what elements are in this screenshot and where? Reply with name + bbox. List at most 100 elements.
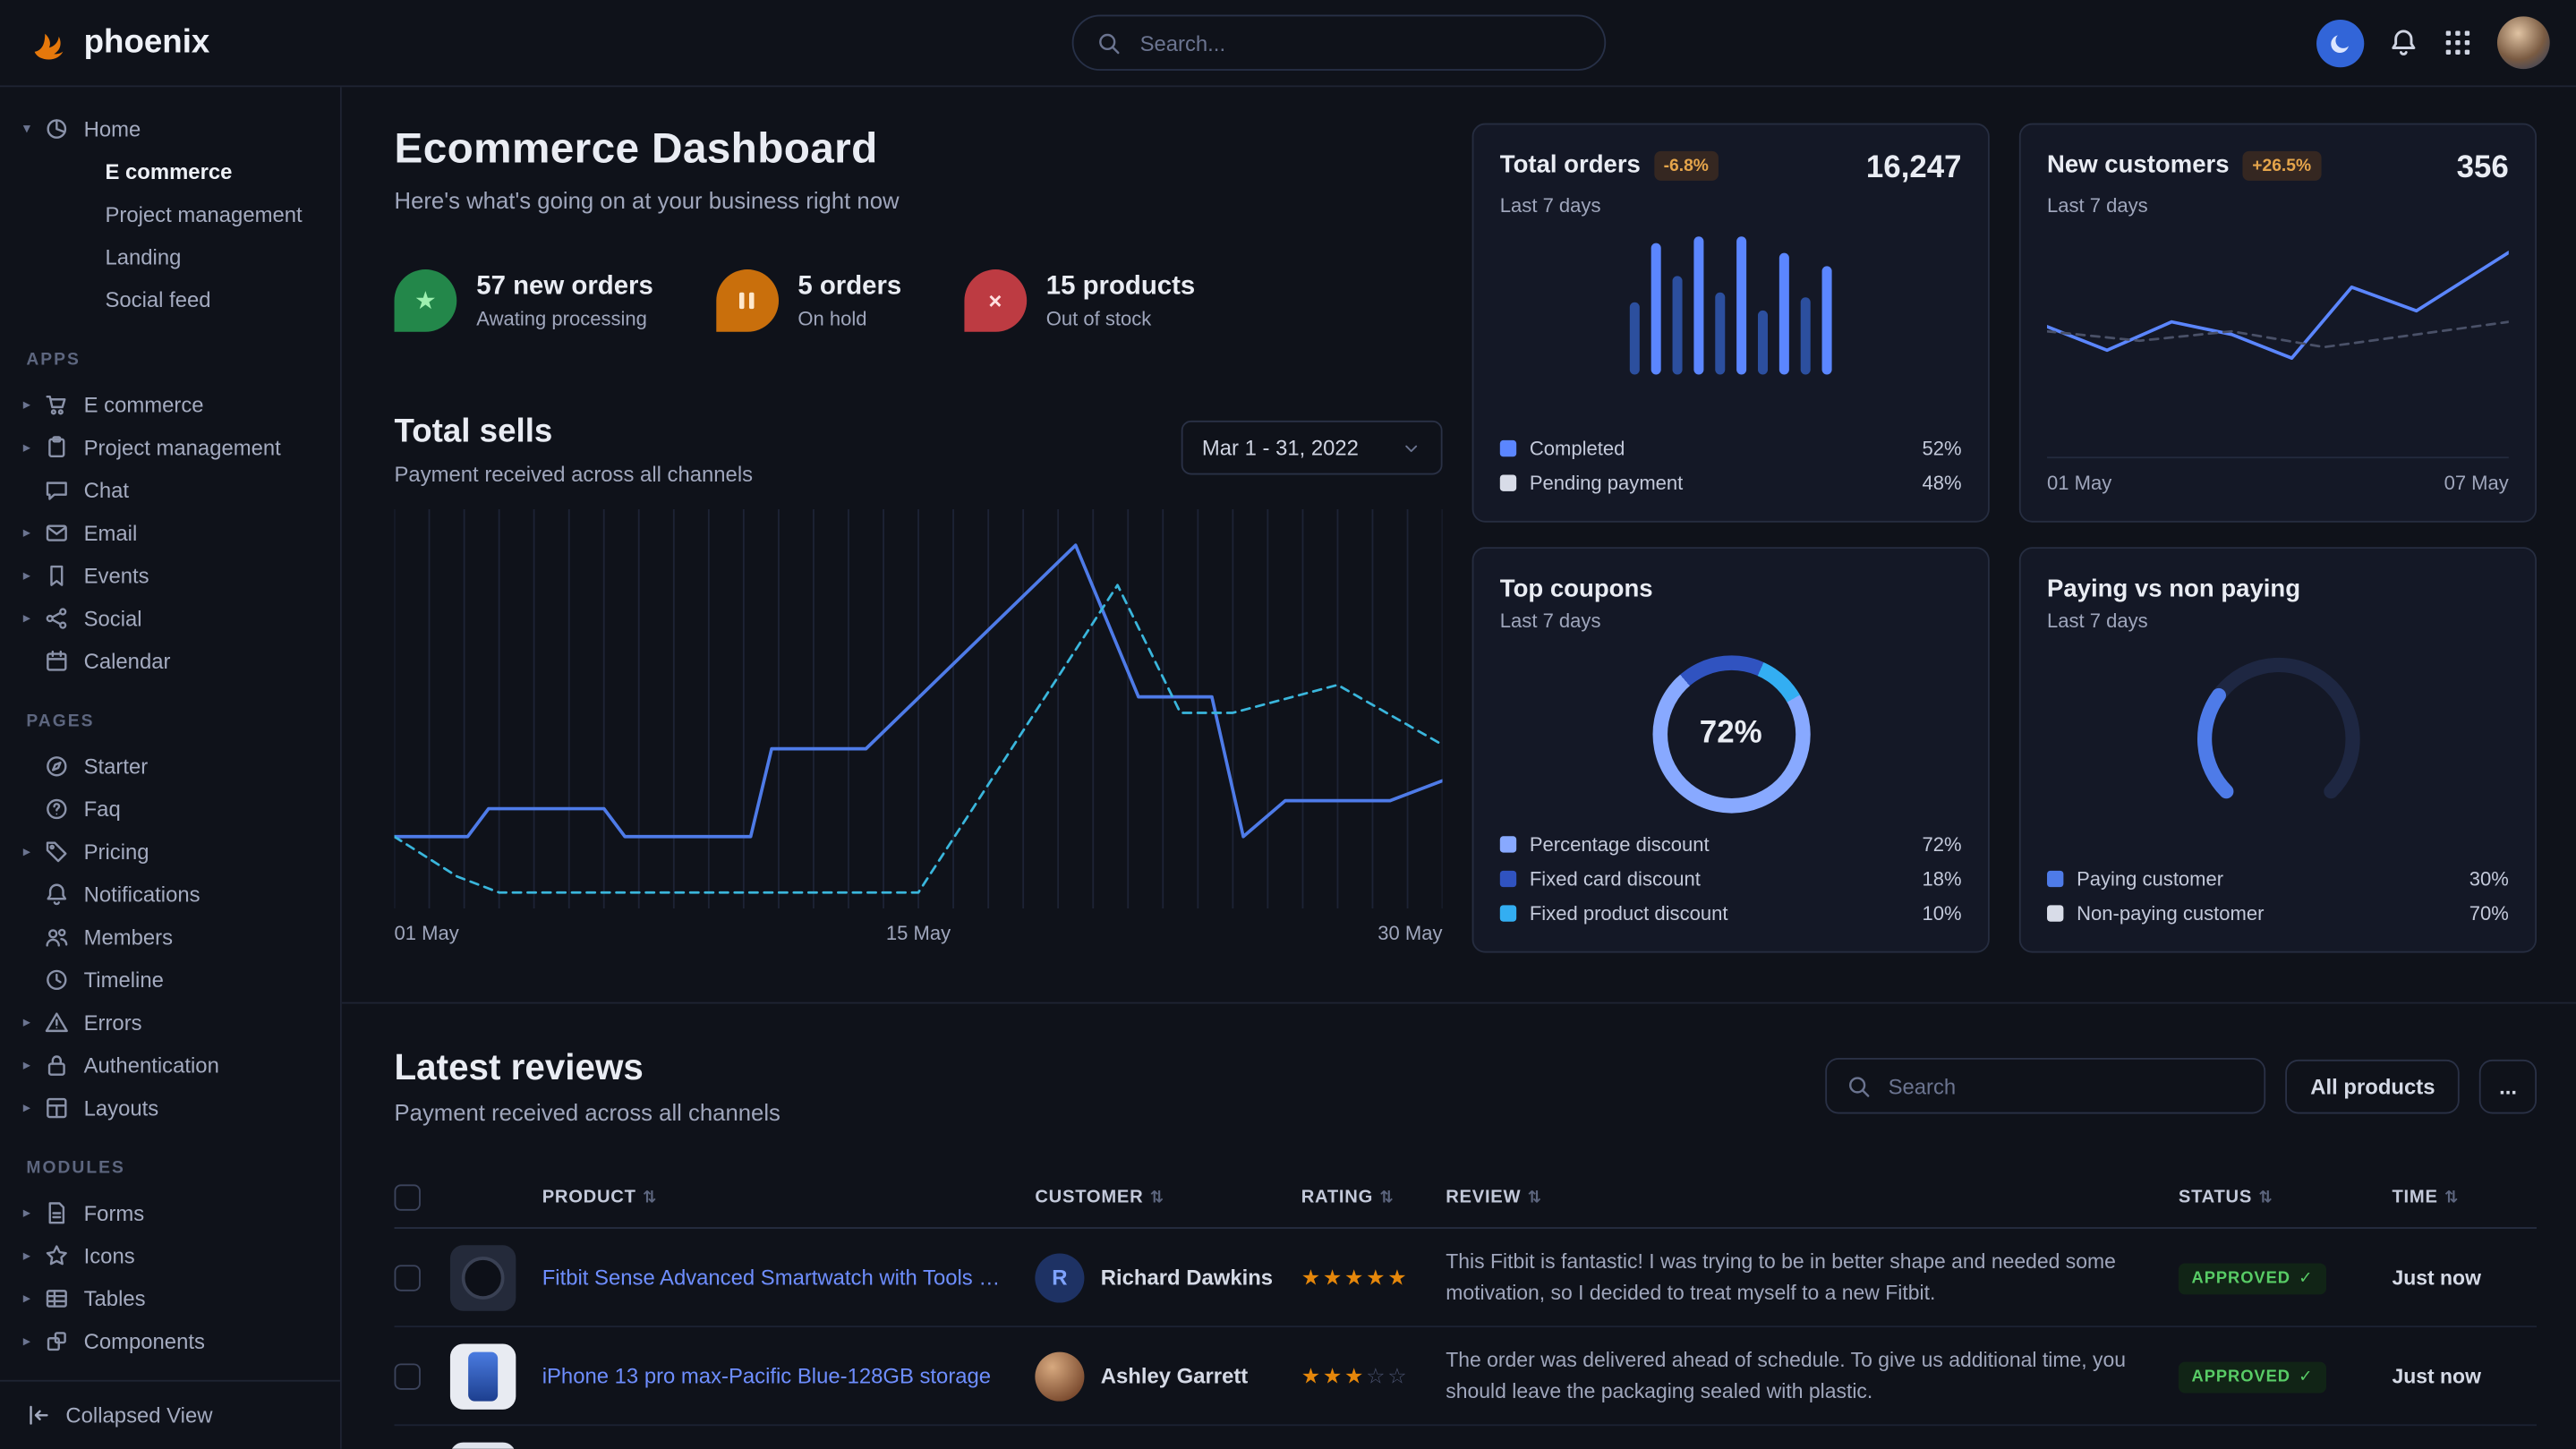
product-thumbnail[interactable] xyxy=(450,1244,516,1309)
row-checkbox[interactable] xyxy=(395,1264,421,1290)
legend-swatch xyxy=(1500,474,1516,490)
puzzle-icon xyxy=(45,1328,70,1353)
stat-out-of-stock: × 15 productsOut of stock xyxy=(964,269,1195,332)
sidebar-item-home[interactable]: ▾Home xyxy=(0,107,340,149)
product-thumbnail[interactable] xyxy=(450,1343,516,1409)
sidebar-item-email[interactable]: ▸Email xyxy=(0,511,340,554)
sidebar-item-notifications[interactable]: Notifications xyxy=(0,873,340,916)
nav-group-label-apps: APPS xyxy=(0,320,340,383)
user-avatar[interactable] xyxy=(2497,16,2550,69)
column-header-time[interactable]: TIME⇅ xyxy=(2392,1188,2537,1207)
paying-legend: Paying customer 30% Non-paying customer … xyxy=(2047,867,2509,925)
sidebar-item-errors[interactable]: ▸Errors xyxy=(0,1001,340,1044)
sort-icon[interactable]: ⇅ xyxy=(2258,1189,2273,1207)
stat-awating-processing: ★ 57 new ordersAwating processing xyxy=(395,269,653,332)
sort-icon[interactable]: ⇅ xyxy=(1528,1189,1542,1207)
theme-toggle-button[interactable] xyxy=(2316,19,2364,66)
sidebar-item-project-management[interactable]: Project management xyxy=(0,192,340,235)
paying-title: Paying vs non paying xyxy=(2047,575,2300,602)
reviews-search[interactable] xyxy=(1826,1058,2266,1113)
sidebar-item-members[interactable]: Members xyxy=(0,915,340,958)
reviews-table-body: Fitbit Sense Advanced Smartwatch with To… xyxy=(395,1229,2537,1449)
sidebar-item-forms[interactable]: ▸Forms xyxy=(0,1191,340,1234)
page-title: Ecommerce Dashboard xyxy=(395,124,1443,175)
caret-right-icon: ▸ xyxy=(23,1289,45,1307)
legend-label: Non-paying customer xyxy=(2077,902,2264,925)
sidebar-item-faq[interactable]: Faq xyxy=(0,787,340,830)
column-header-review[interactable]: REVIEW⇅ xyxy=(1446,1188,2179,1207)
caret-right-icon: ▸ xyxy=(23,842,45,860)
notifications-button[interactable] xyxy=(2389,28,2418,57)
brand[interactable]: phoenix xyxy=(26,21,209,65)
sidebar-item-timeline[interactable]: Timeline xyxy=(0,958,340,1001)
sidebar-item-social[interactable]: ▸Social xyxy=(0,596,340,639)
bar xyxy=(1758,311,1768,375)
star-filled-icon: ★ xyxy=(1301,1363,1323,1388)
legend-item-pending-payment: Pending payment 48% xyxy=(1500,472,1962,495)
sidebar-item-landing[interactable]: Landing xyxy=(0,234,340,277)
sidebar-item-pricing[interactable]: ▸Pricing xyxy=(0,830,340,873)
chat-icon xyxy=(45,477,70,502)
legend-item-non-paying-customer: Non-paying customer 70% xyxy=(2047,902,2509,925)
date-range-select[interactable]: Mar 1 - 31, 2022 xyxy=(1181,421,1443,475)
customer-cell[interactable]: Ashley Garrett xyxy=(1035,1351,1301,1401)
column-header-product[interactable]: PRODUCT⇅ xyxy=(542,1188,1036,1207)
new-customers-x-labels: 01 May07 May xyxy=(2047,456,2509,494)
stat-value: 15 products xyxy=(1046,272,1195,302)
reviews-search-input[interactable] xyxy=(1885,1072,2245,1100)
sidebar-item-events[interactable]: ▸Events xyxy=(0,554,340,597)
sidebar-item-starter[interactable]: Starter xyxy=(0,744,340,787)
sidebar-item-project-management[interactable]: ▸Project management xyxy=(0,425,340,468)
product-thumbnail[interactable] xyxy=(450,1442,516,1449)
caret-right-icon: ▸ xyxy=(23,566,45,584)
customer-cell[interactable]: RRichard Dawkins xyxy=(1035,1253,1301,1302)
total-orders-badge: -6.8% xyxy=(1654,151,1719,181)
sidebar-item-e-commerce[interactable]: E commerce xyxy=(0,149,340,192)
apps-grid-button[interactable] xyxy=(2443,28,2472,57)
column-header-status[interactable]: STATUS⇅ xyxy=(2179,1188,2393,1207)
caret-right-icon: ▸ xyxy=(23,438,45,456)
product-link[interactable]: Fitbit Sense Advanced Smartwatch with To… xyxy=(542,1265,1036,1290)
sort-icon[interactable]: ⇅ xyxy=(1379,1189,1394,1207)
donut-center-label: 72% xyxy=(1652,655,1810,813)
legend-label: Fixed product discount xyxy=(1530,902,1728,925)
column-header-rating[interactable]: RATING⇅ xyxy=(1301,1188,1446,1207)
sort-icon[interactable]: ⇅ xyxy=(643,1189,657,1207)
legend-label: Fixed card discount xyxy=(1530,867,1701,891)
all-products-button[interactable]: All products xyxy=(2286,1059,2460,1113)
review-text: The order was delivered ahead of schedul… xyxy=(1446,1346,2179,1406)
sidebar-item-social-feed[interactable]: Social feed xyxy=(0,277,340,320)
bar xyxy=(1673,276,1683,375)
bar xyxy=(1779,253,1789,375)
global-search[interactable] xyxy=(1072,15,1607,71)
caret-right-icon: ▸ xyxy=(23,1204,45,1222)
row-checkbox[interactable] xyxy=(395,1363,421,1389)
legend-label: Paying customer xyxy=(2077,867,2223,891)
legend-item-fixed-card-discount: Fixed card discount 18% xyxy=(1500,867,1962,891)
column-header-customer[interactable]: CUSTOMER⇅ xyxy=(1035,1188,1301,1207)
collapsed-view-toggle[interactable]: Collapsed View xyxy=(0,1380,340,1449)
sort-icon[interactable]: ⇅ xyxy=(1150,1189,1164,1207)
product-link[interactable]: iPhone 13 pro max-Pacific Blue-128GB sto… xyxy=(542,1363,1036,1388)
star-blob-icon: ★ xyxy=(395,269,457,332)
sidebar-item-e-commerce[interactable]: ▸E commerce xyxy=(0,383,340,426)
review-row xyxy=(395,1426,2537,1449)
more-options-button[interactable]: ... xyxy=(2479,1059,2537,1113)
main-content: Ecommerce Dashboard Here's what's going … xyxy=(342,87,2576,1449)
sidebar-item-authentication[interactable]: ▸Authentication xyxy=(0,1044,340,1087)
caret-right-icon: ▸ xyxy=(23,395,45,413)
global-search-input[interactable] xyxy=(1137,29,1582,56)
sidebar-item-layouts[interactable]: ▸Layouts xyxy=(0,1086,340,1129)
legend-value: 70% xyxy=(2469,902,2509,925)
pie-icon xyxy=(45,115,70,141)
sidebar-item-calendar[interactable]: Calendar xyxy=(0,639,340,682)
sidebar-item-tables[interactable]: ▸Tables xyxy=(0,1276,340,1319)
sidebar-item-icons[interactable]: ▸Icons xyxy=(0,1233,340,1276)
select-all-checkbox[interactable] xyxy=(395,1184,421,1210)
dashboard-left-column: Ecommerce Dashboard Here's what's going … xyxy=(395,124,1443,953)
star-filled-icon: ★ xyxy=(1344,1264,1366,1289)
sidebar-item-components[interactable]: ▸Components xyxy=(0,1319,340,1362)
legend-value: 48% xyxy=(1922,472,1961,495)
sort-icon[interactable]: ⇅ xyxy=(2444,1189,2459,1207)
sidebar-item-chat[interactable]: Chat xyxy=(0,468,340,511)
